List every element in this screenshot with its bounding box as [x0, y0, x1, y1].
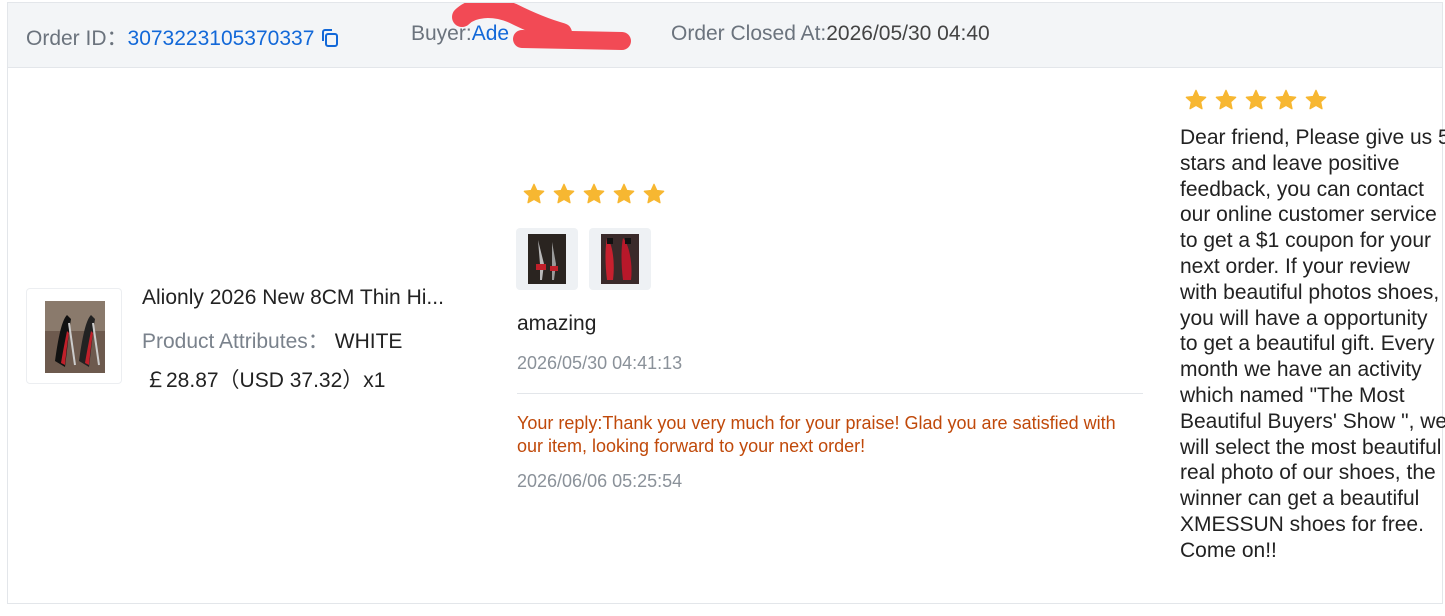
product-thumbnail[interactable]: [26, 288, 122, 384]
star-icon: [1185, 89, 1207, 110]
attributes-label: Product Attributes：: [142, 330, 329, 353]
divider: [517, 393, 1143, 394]
order-closed-field: Order Closed At:2026/05/30 04:40: [671, 22, 990, 46]
order-closed-label: Order Closed At:: [671, 22, 827, 45]
product-price: ￡28.87（USD 37.32）x1: [145, 369, 386, 392]
review-text: amazing: [517, 312, 597, 335]
star-icon: [1275, 89, 1297, 110]
star-icon: [613, 183, 635, 204]
star-icon: [643, 183, 665, 204]
shoe-image: [45, 301, 105, 373]
order-card: Order ID：3073223105370337 Buyer:Ade Orde…: [7, 2, 1445, 604]
reply-date: 2026/06/06 05:25:54: [517, 471, 683, 491]
product-attributes: Product Attributes： WHITE: [142, 325, 402, 355]
shoe-photo-icon: [528, 234, 566, 284]
order-id-field: Order ID：3073223105370337: [26, 22, 340, 52]
review-photo-1[interactable]: [516, 228, 578, 290]
order-id-link[interactable]: 3073223105370337: [128, 27, 315, 50]
review-date: 2026/05/30 04:41:13: [517, 353, 683, 373]
seller-note-rating: [1185, 89, 1327, 111]
order-header: Order ID：3073223105370337 Buyer:Ade Orde…: [8, 3, 1442, 68]
seller-note-text: Dear friend, Please give us 5 stars and …: [1180, 126, 1445, 562]
star-icon: [583, 183, 605, 204]
seller-reply: Your reply:Thank you very much for your …: [517, 413, 1116, 456]
star-icon: [1305, 89, 1327, 110]
star-icon: [523, 183, 545, 204]
star-icon: [1245, 89, 1267, 110]
order-id-label: Order ID：: [26, 27, 128, 50]
redaction-scribble: [452, 3, 631, 50]
copy-icon[interactable]: [320, 28, 340, 48]
star-icon: [1215, 89, 1237, 110]
product-title[interactable]: Alionly 2026 New 8CM Thin Hi...: [142, 286, 444, 310]
shoe-photo-icon: [601, 234, 639, 284]
attributes-value: WHITE: [334, 330, 403, 353]
order-closed-value: 2026/05/30 04:40: [826, 22, 990, 45]
review-photo-2[interactable]: [589, 228, 651, 290]
star-icon: [553, 183, 575, 204]
review-rating: [523, 183, 665, 205]
